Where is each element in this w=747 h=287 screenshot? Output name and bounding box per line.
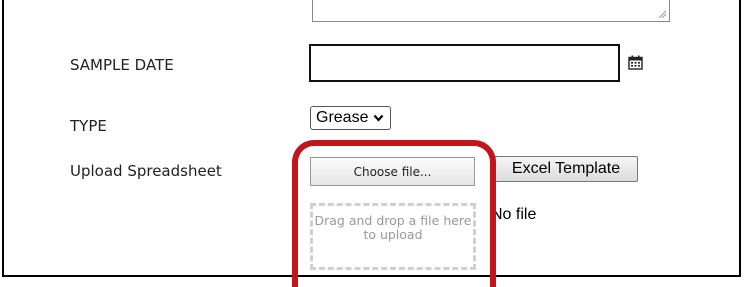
sample-date-label: SAMPLE DATE [70, 56, 174, 74]
resize-grip-icon[interactable] [657, 9, 667, 19]
file-status: No file [491, 206, 537, 223]
file-dropzone[interactable]: Drag and drop a file here to upload [310, 203, 476, 270]
notes-textarea[interactable] [312, 0, 670, 22]
choose-file-button[interactable]: Choose file... [310, 157, 475, 186]
calendar-icon[interactable] [628, 55, 643, 70]
sample-date-input[interactable] [309, 44, 620, 82]
upload-spreadsheet-label: Upload Spreadsheet [70, 162, 222, 180]
type-select[interactable]: Grease [310, 106, 392, 130]
chevron-down-icon [374, 114, 384, 122]
excel-template-button[interactable]: Excel Template [494, 156, 638, 182]
dropzone-text: Drag and drop a file here to upload [314, 213, 472, 242]
type-label: TYPE [70, 117, 107, 135]
type-select-value: Grease [316, 109, 369, 126]
